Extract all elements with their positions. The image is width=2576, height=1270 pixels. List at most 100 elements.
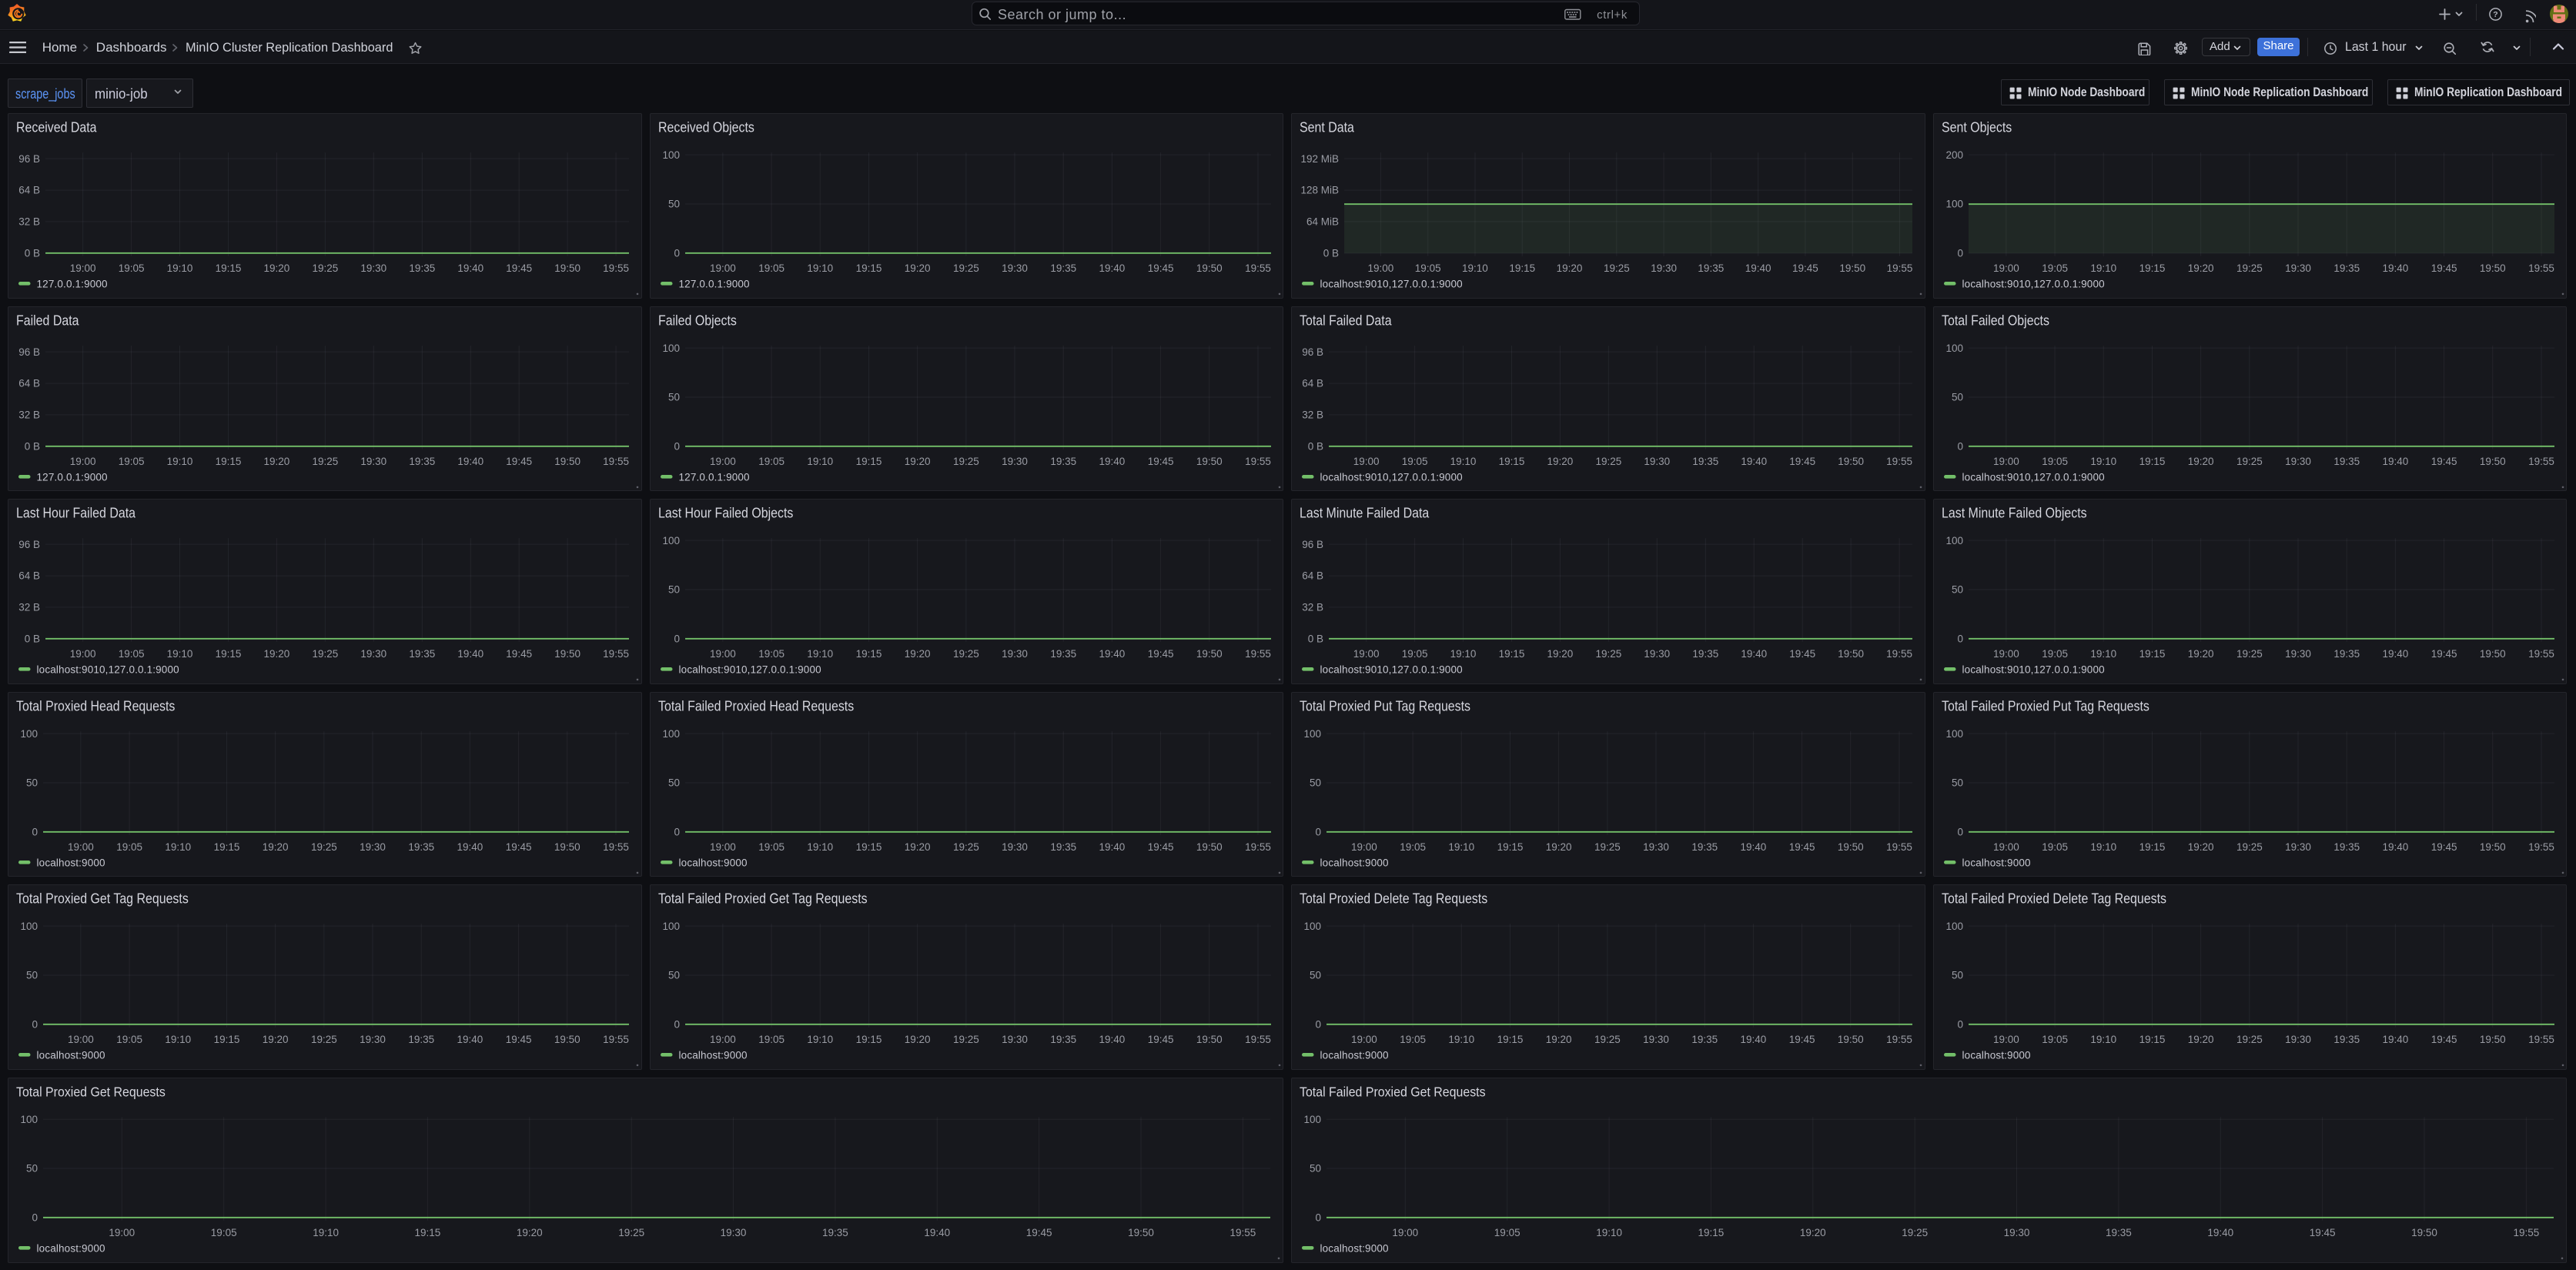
svg-text:192 MiB: 192 MiB <box>1301 153 1340 165</box>
svg-text:19:40: 19:40 <box>1099 648 1125 660</box>
svg-text:19:00: 19:00 <box>70 456 96 467</box>
svg-text:100: 100 <box>1945 921 1963 932</box>
svg-text:19:05: 19:05 <box>1415 262 1441 274</box>
svg-text:19:25: 19:25 <box>952 841 979 853</box>
svg-text:localhost:9010,127.0.0.1:9000: localhost:9010,127.0.0.1:9000 <box>1320 664 1463 676</box>
svg-text:19:25: 19:25 <box>2236 456 2262 467</box>
svg-text:19:20: 19:20 <box>1546 1034 1572 1046</box>
svg-text:127.0.0.1:9000: 127.0.0.1:9000 <box>678 471 749 483</box>
svg-text:19:15: 19:15 <box>855 1034 882 1046</box>
svg-text:19:25: 19:25 <box>1594 841 1621 853</box>
svg-text:19:15: 19:15 <box>855 841 882 853</box>
svg-text:19:15: 19:15 <box>1499 648 1525 660</box>
svg-text:19:50: 19:50 <box>2479 841 2505 853</box>
svg-text:19:05: 19:05 <box>758 841 785 853</box>
svg-text:localhost:9000: localhost:9000 <box>1962 1050 2030 1061</box>
svg-text:64 B: 64 B <box>1302 377 1323 389</box>
svg-text:19:00: 19:00 <box>1351 1034 1377 1046</box>
svg-text:19:50: 19:50 <box>2479 456 2505 467</box>
svg-text:localhost:9000: localhost:9000 <box>1320 1050 1389 1061</box>
svg-text:19:35: 19:35 <box>2333 1034 2360 1046</box>
svg-text:localhost:9010,127.0.0.1:9000: localhost:9010,127.0.0.1:9000 <box>1320 279 1463 290</box>
svg-text:200: 200 <box>1945 149 1963 161</box>
svg-text:19:25: 19:25 <box>952 262 979 274</box>
svg-text:19:20: 19:20 <box>2187 262 2213 274</box>
svg-text:19:25: 19:25 <box>312 262 338 274</box>
svg-text:50: 50 <box>667 970 679 981</box>
svg-text:19:25: 19:25 <box>952 456 979 467</box>
svg-text:19:30: 19:30 <box>2285 262 2311 274</box>
svg-text:localhost:9010,127.0.0.1:9000: localhost:9010,127.0.0.1:9000 <box>678 664 821 676</box>
svg-text:0: 0 <box>32 826 38 837</box>
svg-text:19:05: 19:05 <box>2042 456 2068 467</box>
svg-text:Last Minute Failed Objects: Last Minute Failed Objects <box>1942 506 2087 521</box>
svg-text:19:55: 19:55 <box>2528 648 2554 660</box>
svg-text:19:50: 19:50 <box>1838 456 1864 467</box>
svg-text:19:55: 19:55 <box>2528 262 2554 274</box>
svg-text:19:25: 19:25 <box>312 456 338 467</box>
svg-text:Sent Data: Sent Data <box>1300 120 1354 135</box>
svg-text:19:05: 19:05 <box>1494 1227 1521 1238</box>
svg-text:50: 50 <box>1951 777 1962 788</box>
svg-text:19:00: 19:00 <box>709 841 735 853</box>
svg-text:19:20: 19:20 <box>2187 1034 2213 1046</box>
svg-text:19:55: 19:55 <box>603 841 629 853</box>
svg-text:19:55: 19:55 <box>1886 841 1912 853</box>
svg-text:0 B: 0 B <box>25 440 40 452</box>
svg-text:19:30: 19:30 <box>1002 456 1028 467</box>
svg-text:19:30: 19:30 <box>1002 841 1028 853</box>
svg-text:19:35: 19:35 <box>1691 1034 1718 1046</box>
svg-text:19:10: 19:10 <box>2090 456 2116 467</box>
svg-text:19:10: 19:10 <box>167 262 193 274</box>
svg-text:19:45: 19:45 <box>2430 456 2457 467</box>
svg-text:19:30: 19:30 <box>360 456 386 467</box>
svg-text:19:45: 19:45 <box>2430 1034 2457 1046</box>
svg-text:19:55: 19:55 <box>2514 1227 2540 1238</box>
svg-text:64 B: 64 B <box>18 377 40 389</box>
svg-text:19:50: 19:50 <box>1838 841 1864 853</box>
svg-text:19:40: 19:40 <box>2382 456 2408 467</box>
svg-text:localhost:9000: localhost:9000 <box>678 857 747 868</box>
svg-text:19:10: 19:10 <box>807 1034 833 1046</box>
svg-text:19:10: 19:10 <box>167 456 193 467</box>
svg-text:19:50: 19:50 <box>1196 262 1222 274</box>
svg-text:19:15: 19:15 <box>2139 262 2165 274</box>
svg-text:19:05: 19:05 <box>758 648 785 660</box>
svg-text:100: 100 <box>1945 199 1963 210</box>
svg-text:localhost:9010,127.0.0.1:9000: localhost:9010,127.0.0.1:9000 <box>1320 471 1463 483</box>
svg-text:19:45: 19:45 <box>2310 1227 2336 1238</box>
svg-text:100: 100 <box>20 728 38 740</box>
svg-text:19:15: 19:15 <box>214 841 240 853</box>
svg-text:19:15: 19:15 <box>214 1034 240 1046</box>
svg-text:19:20: 19:20 <box>2187 648 2213 660</box>
svg-text:19:35: 19:35 <box>1050 262 1076 274</box>
svg-text:19:30: 19:30 <box>1651 262 1677 274</box>
svg-text:19:50: 19:50 <box>2411 1227 2437 1238</box>
svg-text:19:40: 19:40 <box>2207 1227 2233 1238</box>
svg-text:19:35: 19:35 <box>2333 456 2360 467</box>
svg-text:19:30: 19:30 <box>1002 648 1028 660</box>
svg-text:19:45: 19:45 <box>1147 841 1173 853</box>
svg-text:19:00: 19:00 <box>1992 456 2019 467</box>
svg-text:19:25: 19:25 <box>1902 1227 1928 1238</box>
svg-text:19:55: 19:55 <box>1230 1227 1256 1238</box>
svg-text:19:40: 19:40 <box>1099 1034 1125 1046</box>
svg-text:Total Proxied Delete Tag Reque: Total Proxied Delete Tag Requests <box>1300 891 1487 907</box>
svg-text:19:10: 19:10 <box>807 456 833 467</box>
svg-text:32 B: 32 B <box>18 216 40 228</box>
svg-text:19:35: 19:35 <box>409 456 435 467</box>
svg-text:19:55: 19:55 <box>603 648 629 660</box>
svg-text:19:15: 19:15 <box>1497 1034 1524 1046</box>
svg-text:19:00: 19:00 <box>709 648 735 660</box>
svg-text:19:25: 19:25 <box>952 1034 979 1046</box>
svg-text:localhost:9010,127.0.0.1:9000: localhost:9010,127.0.0.1:9000 <box>37 664 179 676</box>
svg-text:19:15: 19:15 <box>216 456 242 467</box>
svg-text:19:10: 19:10 <box>807 262 833 274</box>
svg-text:50: 50 <box>26 970 38 981</box>
svg-text:Total Failed Proxied Delete Ta: Total Failed Proxied Delete Tag Requests <box>1942 891 2166 907</box>
svg-text:19:25: 19:25 <box>311 841 337 853</box>
svg-text:19:45: 19:45 <box>1789 841 1815 853</box>
svg-text:Total Proxied Get Tag Requests: Total Proxied Get Tag Requests <box>16 891 189 907</box>
svg-text:19:30: 19:30 <box>2285 456 2311 467</box>
svg-text:19:10: 19:10 <box>1448 1034 1474 1046</box>
